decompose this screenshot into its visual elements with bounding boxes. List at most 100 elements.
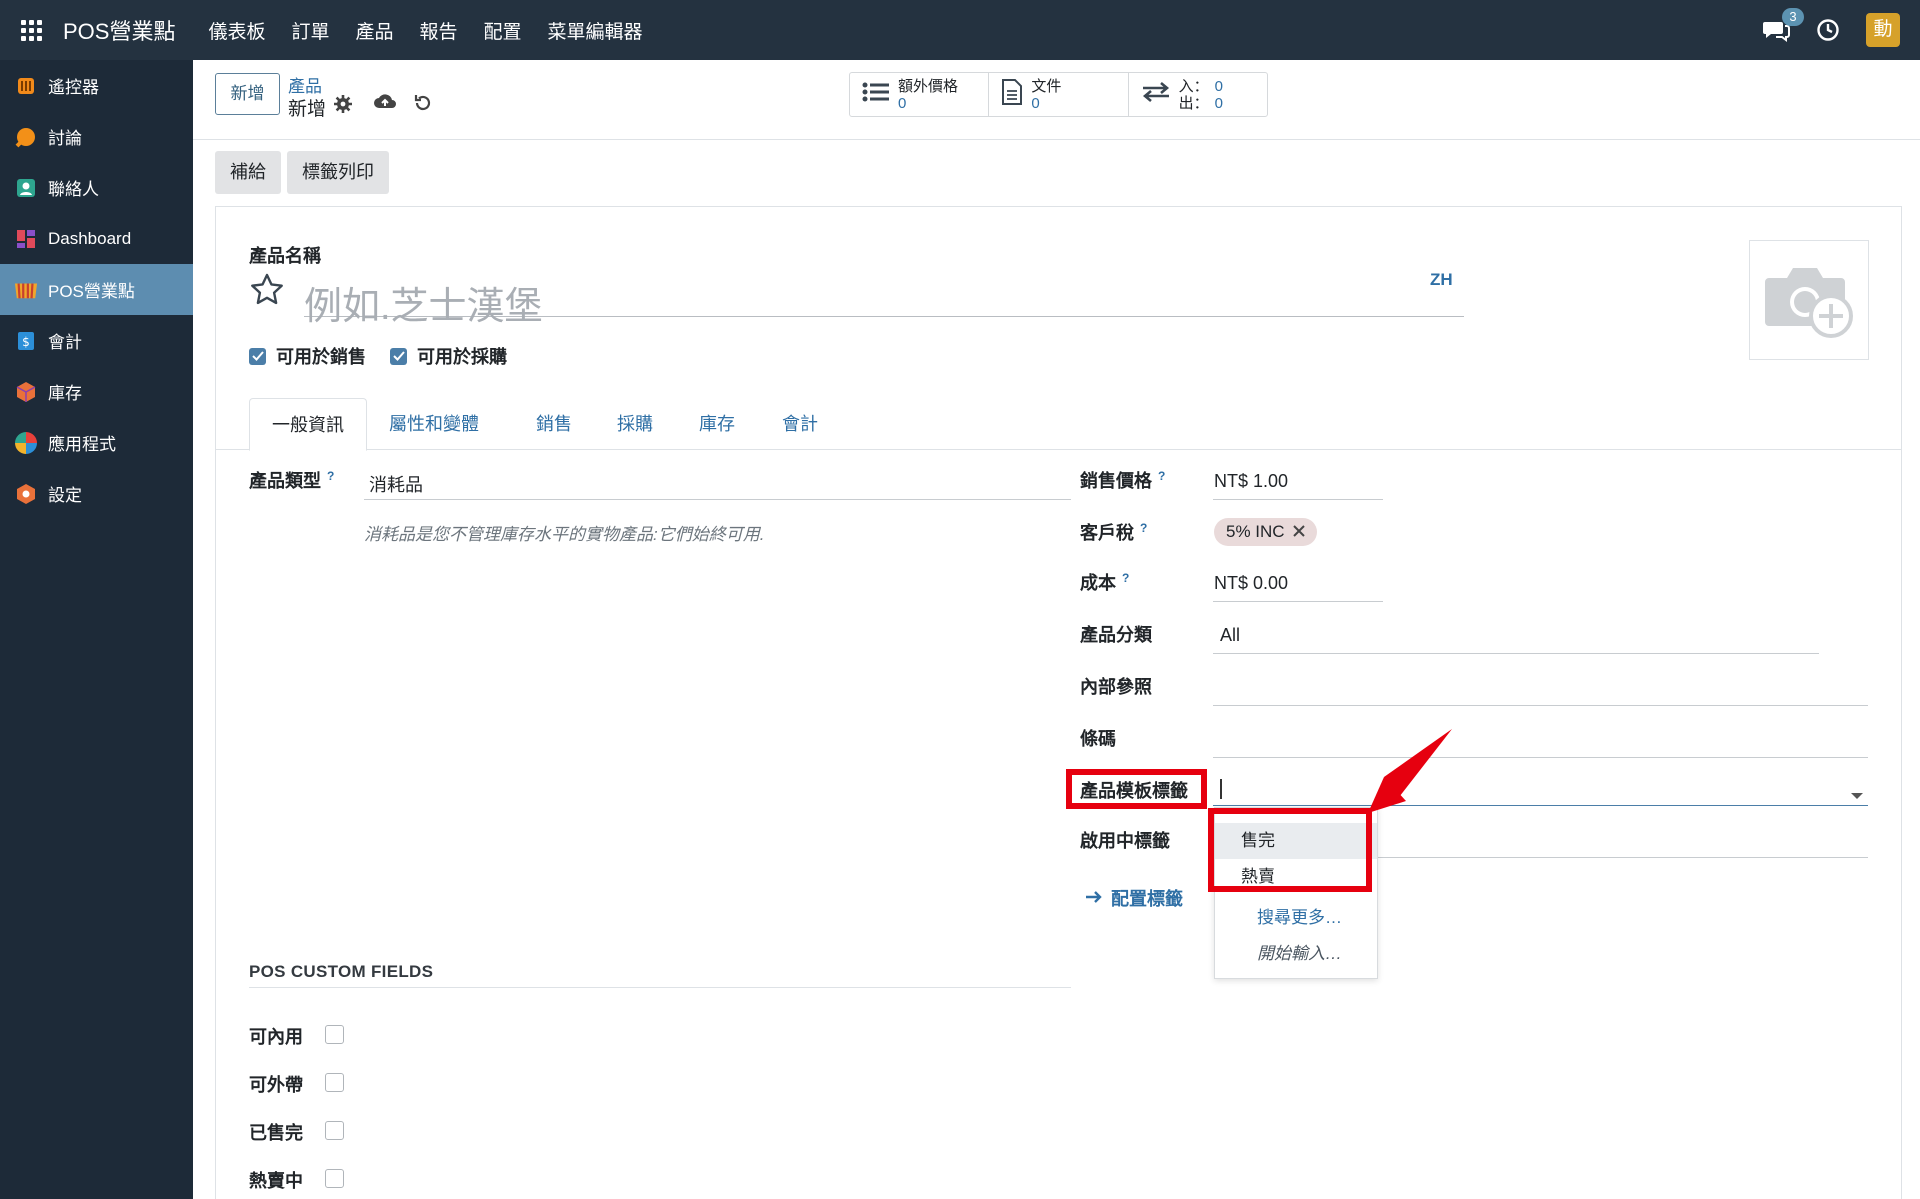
contacts-icon xyxy=(14,176,38,200)
out-count: 0 xyxy=(1214,94,1224,112)
product-type-select[interactable] xyxy=(364,499,1071,500)
sold-out-checkbox[interactable] xyxy=(325,1121,344,1140)
chat-icon[interactable]: 3 xyxy=(1762,8,1804,42)
options-annotation-box xyxy=(1208,808,1372,892)
active-tags-label: 啟用中標籤 xyxy=(1080,831,1170,851)
remove-tag-icon[interactable] xyxy=(1292,518,1305,546)
can-be-purchased-checkbox[interactable]: 可用於採購 xyxy=(390,343,507,369)
barcode-label: 條碼 xyxy=(1080,729,1116,749)
out-label: 出： xyxy=(1178,94,1209,112)
chat-count-badge: 3 xyxy=(1782,8,1804,26)
breadcrumb-current: 新增 xyxy=(288,99,327,120)
barcode-input[interactable] xyxy=(1213,757,1868,758)
takeaway-checkbox[interactable] xyxy=(325,1073,344,1092)
annotation-arrow-icon xyxy=(1368,729,1452,813)
configure-tags-label: 配置標籤 xyxy=(1111,889,1183,909)
discard-undo-icon[interactable] xyxy=(413,93,433,113)
sidebar-item-settings[interactable]: 設定 xyxy=(0,468,193,519)
gear-icon[interactable] xyxy=(333,94,353,114)
extra-price-count: 0 xyxy=(898,94,907,112)
sidebar-item-contacts[interactable]: 聯絡人 xyxy=(0,162,193,213)
favorite-star-icon[interactable] xyxy=(249,272,285,308)
section-divider xyxy=(249,987,1071,988)
product-type-label: 產品類型? xyxy=(249,469,335,491)
dropdown-caret-icon[interactable] xyxy=(1851,793,1863,799)
tab-inventory[interactable]: 庫存 xyxy=(677,398,757,451)
pos-custom-fields-title: POS CUSTOM FIELDS xyxy=(249,962,434,981)
activity-clock-icon[interactable] xyxy=(1816,18,1840,42)
in-out-button[interactable]: 入： 0 出： 0 xyxy=(1129,73,1267,116)
documents-count: 0 xyxy=(1031,94,1040,112)
product-category-value: All xyxy=(1220,625,1241,645)
print-labels-button[interactable]: 標籤列印 xyxy=(287,151,389,194)
tab-attributes-variants[interactable]: 屬性和變體 xyxy=(367,398,501,451)
cost-label: 成本? xyxy=(1080,571,1130,593)
sidebar-item-label: 遙控器 xyxy=(48,78,99,97)
form-tabs: 一般資訊 屬性和變體 銷售 採購 庫存 會計 xyxy=(216,390,1901,451)
checked-icon xyxy=(390,347,407,365)
new-button[interactable]: 新增 xyxy=(215,73,280,115)
cost-value: NT$ 0.00 xyxy=(1214,573,1289,593)
sidebar-item-accounting[interactable]: $ 會計 xyxy=(0,315,193,366)
app-menu-grid-icon[interactable] xyxy=(19,18,43,42)
cost-input[interactable] xyxy=(1213,601,1383,602)
sidebar-item-remote[interactable]: 遙控器 xyxy=(0,60,193,111)
dine-in-label: 可內用 xyxy=(249,1027,303,1047)
product-category-select[interactable] xyxy=(1213,653,1819,654)
tab-purchase[interactable]: 採購 xyxy=(595,398,675,451)
replenish-button[interactable]: 補給 xyxy=(215,151,281,194)
sales-price-input[interactable] xyxy=(1213,499,1383,500)
app-brand[interactable]: POS營業點 xyxy=(63,14,175,46)
takeaway-label: 可外帶 xyxy=(249,1075,303,1095)
label-annotation-box xyxy=(1066,769,1207,809)
menu-products[interactable]: 產品 xyxy=(343,17,407,44)
sales-price-value: NT$ 1.00 xyxy=(1214,471,1289,491)
can-be-sold-label: 可用於銷售 xyxy=(276,347,366,367)
sidebar-item-dashboard[interactable]: Dashboard xyxy=(0,213,193,264)
sidebar-item-label: POS營業點 xyxy=(48,282,135,301)
camera-add-icon xyxy=(1761,258,1857,343)
user-avatar[interactable]: 動 xyxy=(1866,13,1900,47)
tab-sales[interactable]: 銷售 xyxy=(514,398,594,451)
sold-out-label: 已售完 xyxy=(249,1123,303,1143)
sidebar-item-inventory[interactable]: 庫存 xyxy=(0,366,193,417)
tab-accounting[interactable]: 會計 xyxy=(760,398,840,451)
checked-icon xyxy=(249,347,266,365)
menu-dashboard[interactable]: 儀表板 xyxy=(195,17,278,44)
menu-reports[interactable]: 報告 xyxy=(407,17,471,44)
product-template-tags-input[interactable] xyxy=(1213,805,1868,806)
sidebar-item-pos[interactable]: POS營業點 xyxy=(0,264,193,315)
inventory-icon xyxy=(14,380,38,404)
configure-tags-link[interactable]: 配置標籤 xyxy=(1085,885,1183,911)
can-be-sold-checkbox[interactable]: 可用於銷售 xyxy=(249,343,366,369)
tab-general-info[interactable]: 一般資訊 xyxy=(249,398,367,451)
product-name-placeholder: 例如.芝士漢堡 xyxy=(304,286,543,328)
internal-reference-input[interactable] xyxy=(1213,705,1868,706)
documents-button[interactable]: 文件 0 xyxy=(989,73,1129,116)
sidebar-item-apps[interactable]: 應用程式 xyxy=(0,417,193,468)
menu-menu-editor[interactable]: 菜單編輯器 xyxy=(535,17,656,44)
extra-price-button[interactable]: 額外價格 0 xyxy=(850,73,990,116)
customer-tax-label: 客戶稅? xyxy=(1080,521,1148,543)
product-name-input[interactable]: 例如.芝士漢堡 xyxy=(304,267,1464,328)
menu-configuration[interactable]: 配置 xyxy=(471,17,535,44)
sidebar-item-label: 設定 xyxy=(48,486,82,505)
in-count: 0 xyxy=(1214,77,1224,95)
extra-price-label: 額外價格 xyxy=(898,77,959,95)
smart-buttons: 額外價格 0 文件 0 入： 0 出： 0 xyxy=(849,72,1268,117)
in-label: 入： xyxy=(1178,77,1209,95)
top-navbar: POS營業點 儀表板 訂單 產品 報告 配置 菜單編輯器 3 動 xyxy=(0,0,1920,60)
language-button[interactable]: ZH xyxy=(1430,270,1453,290)
hot-selling-checkbox[interactable] xyxy=(325,1169,344,1188)
list-icon xyxy=(862,81,890,108)
search-more-link[interactable]: 搜尋更多… xyxy=(1257,903,1342,928)
menu-orders[interactable]: 訂單 xyxy=(278,17,342,44)
sidebar-item-label: 庫存 xyxy=(48,384,82,403)
sidebar-item-label: 應用程式 xyxy=(48,435,116,454)
save-cloud-icon[interactable] xyxy=(373,92,397,112)
form-sheet: 產品名稱 例如.芝士漢堡 ZH 可用於銷售 可用於採購 一般資訊 屬性和變體 銷… xyxy=(215,206,1902,1199)
tax-tag: 5% INC xyxy=(1214,518,1317,546)
product-image-upload[interactable] xyxy=(1749,240,1869,360)
sidebar-item-discuss[interactable]: 討論 xyxy=(0,111,193,162)
dine-in-checkbox[interactable] xyxy=(325,1025,344,1044)
